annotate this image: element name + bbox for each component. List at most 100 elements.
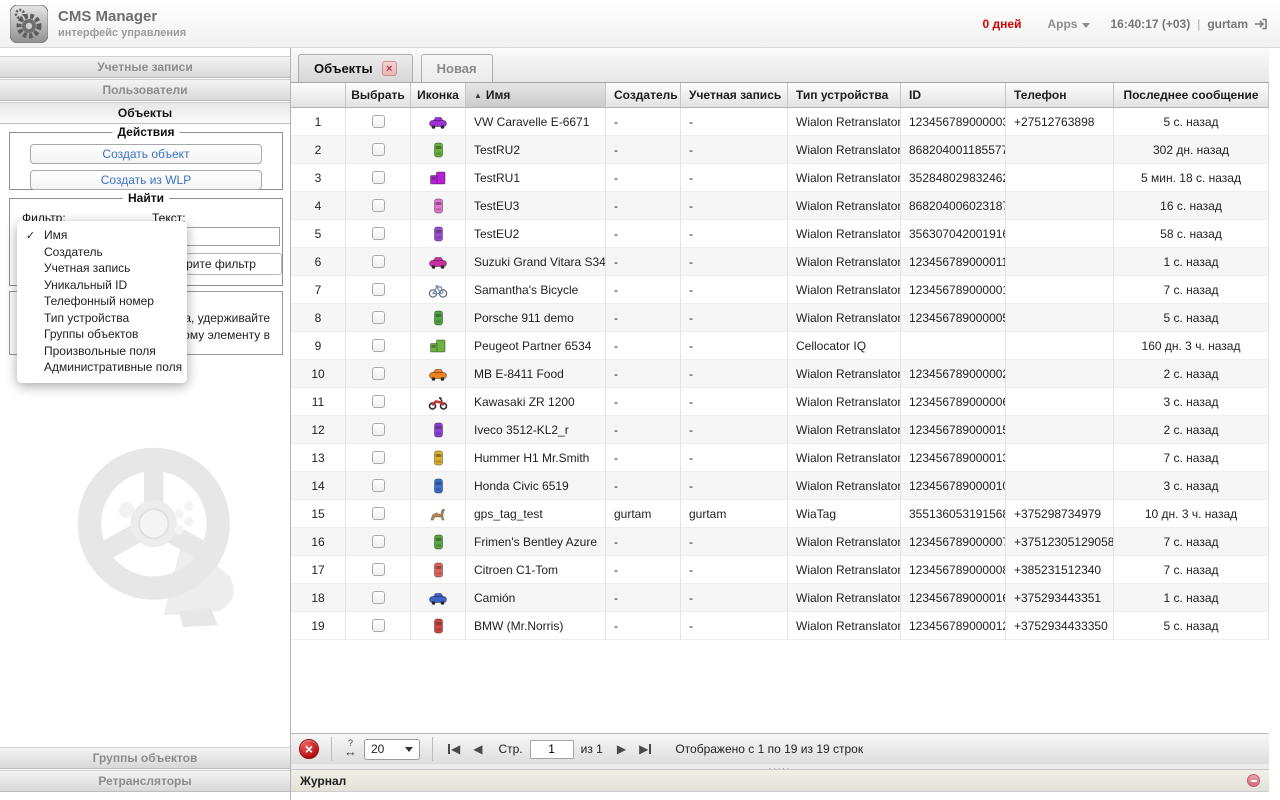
row-name[interactable]: TestEU2 — [466, 220, 606, 248]
sidebar-item-unit-groups[interactable]: Группы объектов — [0, 747, 290, 769]
journal-bar[interactable]: Журнал — [291, 769, 1269, 792]
tab-new[interactable]: Новая — [421, 54, 493, 82]
table-row[interactable]: 8Porsche 911 demo--Wialon Retranslator12… — [291, 304, 1269, 332]
delete-icon[interactable]: × — [299, 739, 319, 759]
row-name[interactable]: MB E-8411 Food — [466, 360, 606, 388]
row-checkbox[interactable] — [372, 227, 385, 240]
table-row[interactable]: 19BMW (Mr.Norris)--Wialon Retranslator12… — [291, 612, 1269, 640]
table-row[interactable]: 6Suzuki Grand Vitara S34--Wialon Retrans… — [291, 248, 1269, 276]
table-row[interactable]: 3TestRU1--Wialon Retranslator35284802983… — [291, 164, 1269, 192]
row-checkbox[interactable] — [372, 367, 385, 380]
row-checkbox[interactable] — [372, 619, 385, 632]
filter-menu-item[interactable]: Группы объектов — [17, 326, 187, 343]
filter-menu-item[interactable]: Произвольные поля — [17, 343, 187, 360]
row-name[interactable]: Peugeot Partner 6534 — [466, 332, 606, 360]
row-checkbox[interactable] — [372, 339, 385, 352]
row-checkbox[interactable] — [372, 395, 385, 408]
trial-days-badge[interactable]: 0 дней — [983, 17, 1022, 31]
row-name[interactable]: VW Caravelle E-6671 — [466, 108, 606, 136]
row-checkbox[interactable] — [372, 311, 385, 324]
row-id: 123456789000011 — [901, 248, 1006, 276]
row-name[interactable]: TestRU2 — [466, 136, 606, 164]
table-row[interactable]: 15gps_tag_testgurtamgurtamWiaTag35513605… — [291, 500, 1269, 528]
create-from-wlp-button[interactable]: Создать из WLP — [30, 170, 262, 190]
row-checkbox[interactable] — [372, 451, 385, 464]
table-row[interactable]: 2TestRU2--Wialon Retranslator86820400118… — [291, 136, 1269, 164]
column-header-account[interactable]: Учетная запись — [681, 83, 788, 108]
column-header-index[interactable] — [291, 83, 346, 108]
sidebar-item-users[interactable]: Пользователи — [0, 79, 290, 101]
row-checkbox[interactable] — [372, 143, 385, 156]
row-name[interactable]: Citroen C1-Tom — [466, 556, 606, 584]
row-name[interactable]: Hummer H1 Mr.Smith — [466, 444, 606, 472]
table-row[interactable]: 5TestEU2--Wialon Retranslator35630704200… — [291, 220, 1269, 248]
row-name[interactable]: Frimen's Bentley Azure — [466, 528, 606, 556]
sidebar-item-retranslators[interactable]: Ретрансляторы — [0, 770, 290, 792]
next-page-button[interactable]: ▶ — [614, 742, 629, 756]
table-row[interactable]: 18Camión--Wialon Retranslator12345678900… — [291, 584, 1269, 612]
table-row[interactable]: 12Iveco 3512-KL2_r--Wialon Retranslator1… — [291, 416, 1269, 444]
table-row[interactable]: 14Honda Civic 6519--Wialon Retranslator1… — [291, 472, 1269, 500]
row-name[interactable]: gps_tag_test — [466, 500, 606, 528]
first-page-button[interactable]: ◀ — [445, 742, 463, 756]
row-checkbox[interactable] — [372, 591, 385, 604]
row-checkbox[interactable] — [372, 283, 385, 296]
row-checkbox[interactable] — [372, 255, 385, 268]
column-header-phone[interactable]: Телефон — [1006, 83, 1114, 108]
filter-menu-item[interactable]: Уникальный ID — [17, 277, 187, 294]
column-header-device-type[interactable]: Тип устройства — [788, 83, 901, 108]
filter-menu-item[interactable]: Учетная запись — [17, 260, 187, 277]
table-row[interactable]: 11Kawasaki ZR 1200--Wialon Retranslator1… — [291, 388, 1269, 416]
row-name[interactable]: Porsche 911 demo — [466, 304, 606, 332]
column-header-icon[interactable]: Иконка — [411, 83, 466, 108]
row-checkbox[interactable] — [372, 479, 385, 492]
close-icon[interactable]: × — [382, 61, 397, 76]
table-row[interactable]: 4TestEU3--Wialon Retranslator86820400602… — [291, 192, 1269, 220]
row-name[interactable]: Honda Civic 6519 — [466, 472, 606, 500]
table-row[interactable]: 1VW Caravelle E-6671--Wialon Retranslato… — [291, 108, 1269, 136]
row-name[interactable]: Kawasaki ZR 1200 — [466, 388, 606, 416]
table-row[interactable]: 13Hummer H1 Mr.Smith--Wialon Retranslato… — [291, 444, 1269, 472]
row-checkbox[interactable] — [372, 171, 385, 184]
collapse-icon[interactable] — [1247, 774, 1260, 787]
sidebar-item-accounts[interactable]: Учетные записи — [0, 56, 290, 78]
row-checkbox[interactable] — [372, 507, 385, 520]
last-page-button[interactable]: ▶ — [636, 742, 654, 756]
row-name[interactable]: Samantha's Bicycle — [466, 276, 606, 304]
row-name[interactable]: Suzuki Grand Vitara S34 — [466, 248, 606, 276]
row-checkbox[interactable] — [372, 199, 385, 212]
page-size-select[interactable]: 20 — [364, 739, 420, 760]
row-name[interactable]: Iveco 3512-KL2_r — [466, 416, 606, 444]
row-checkbox[interactable] — [372, 535, 385, 548]
row-name[interactable]: TestRU1 — [466, 164, 606, 192]
row-checkbox[interactable] — [372, 115, 385, 128]
fit-columns-icon[interactable]: ? ↔ — [344, 740, 357, 758]
filter-menu-item[interactable]: Телефонный номер — [17, 293, 187, 310]
table-row[interactable]: 10MB E-8411 Food--Wialon Retranslator123… — [291, 360, 1269, 388]
tab-objects[interactable]: Объекты × — [298, 54, 413, 82]
column-header-select[interactable]: Выбрать — [346, 83, 411, 108]
row-name[interactable]: Camión — [466, 584, 606, 612]
table-row[interactable]: 9Peugeot Partner 6534--Cellocator IQ160 … — [291, 332, 1269, 360]
filter-menu-item[interactable]: Административные поля — [17, 359, 187, 376]
filter-menu-item[interactable]: ✓Имя — [17, 227, 187, 244]
table-row[interactable]: 16Frimen's Bentley Azure--Wialon Retrans… — [291, 528, 1269, 556]
row-name[interactable]: BMW (Mr.Norris) — [466, 612, 606, 640]
row-checkbox[interactable] — [372, 563, 385, 576]
prev-page-button[interactable]: ◀ — [470, 742, 485, 756]
create-object-button[interactable]: Создать объект — [30, 144, 262, 164]
column-header-creator[interactable]: Создатель — [606, 83, 681, 108]
sidebar-item-objects[interactable]: Объекты — [0, 102, 290, 124]
table-row[interactable]: 17Citroen C1-Tom--Wialon Retranslator123… — [291, 556, 1269, 584]
filter-menu-item[interactable]: Тип устройства — [17, 310, 187, 327]
page-number-input[interactable] — [530, 740, 574, 759]
filter-menu-item[interactable]: Создатель — [17, 244, 187, 261]
column-header-id[interactable]: ID — [901, 83, 1006, 108]
logout-icon[interactable] — [1254, 17, 1268, 31]
column-header-name[interactable]: ▲ Имя — [466, 83, 606, 108]
table-row[interactable]: 7Samantha's Bicycle--Wialon Retranslator… — [291, 276, 1269, 304]
apps-menu-button[interactable]: Apps — [1047, 17, 1090, 31]
row-checkbox[interactable] — [372, 423, 385, 436]
row-name[interactable]: TestEU3 — [466, 192, 606, 220]
column-header-last-message[interactable]: Последнее сообщение — [1114, 83, 1269, 108]
